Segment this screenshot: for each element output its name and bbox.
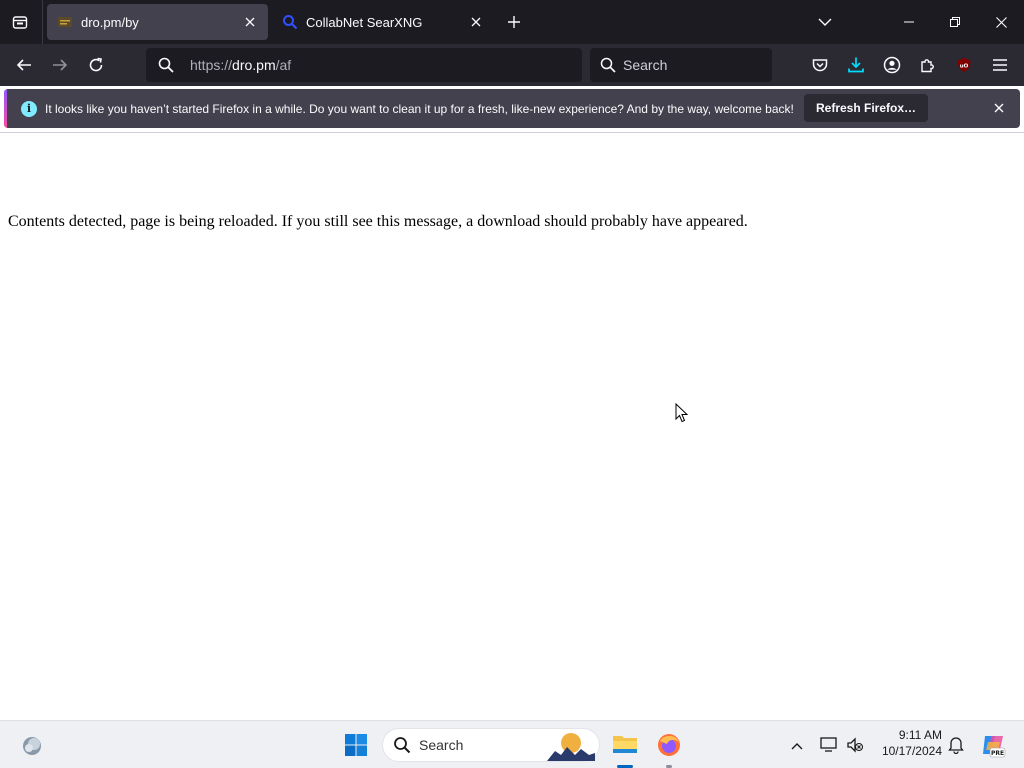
ublock-origin-button[interactable]: uO bbox=[950, 51, 978, 79]
show-hidden-icons-button[interactable] bbox=[786, 735, 808, 757]
notification-message: It looks like you haven’t started Firefo… bbox=[45, 101, 794, 116]
copilot-icon: PRE bbox=[983, 736, 1006, 758]
minimize-button[interactable] bbox=[886, 0, 932, 44]
close-tab-icon[interactable] bbox=[464, 10, 488, 34]
forward-button[interactable] bbox=[46, 51, 74, 79]
downloads-button[interactable] bbox=[842, 51, 870, 79]
searxng-favicon-icon bbox=[282, 14, 298, 30]
account-icon bbox=[883, 56, 901, 74]
search-icon bbox=[600, 57, 616, 73]
volume-muted-icon bbox=[847, 737, 864, 753]
account-button[interactable] bbox=[878, 51, 906, 79]
download-icon bbox=[848, 57, 864, 73]
copilot-button[interactable]: PRE bbox=[978, 730, 1008, 760]
close-icon bbox=[995, 16, 1007, 28]
back-button[interactable] bbox=[10, 51, 38, 79]
taskbar-search-placeholder: Search bbox=[419, 737, 464, 753]
close-window-button[interactable] bbox=[978, 0, 1024, 44]
copilot-badge: PRE bbox=[991, 750, 1004, 757]
arrow-left-icon bbox=[16, 59, 31, 71]
mouse-cursor-icon bbox=[675, 402, 689, 428]
tab-title: CollabNet SearXNG bbox=[306, 14, 423, 30]
plus-icon bbox=[508, 16, 520, 28]
widgets-button[interactable] bbox=[18, 732, 46, 760]
page-message: Contents detected, page is being reloade… bbox=[8, 213, 748, 230]
search-highlight-icon bbox=[547, 733, 595, 761]
notifications-button[interactable] bbox=[945, 734, 967, 756]
taskbar-search-box[interactable]: Search bbox=[382, 728, 600, 762]
close-icon bbox=[994, 103, 1004, 113]
search-bar[interactable]: Search bbox=[590, 48, 772, 82]
restore-icon bbox=[950, 17, 960, 27]
file-explorer-button[interactable] bbox=[610, 729, 640, 759]
puzzle-icon bbox=[921, 59, 934, 73]
arrow-right-icon bbox=[53, 59, 68, 71]
url-bar[interactable]: https://dro.pm/af bbox=[146, 48, 582, 82]
notification-accent bbox=[4, 89, 7, 128]
firefox-taskbar-button[interactable] bbox=[654, 730, 684, 760]
search-placeholder: Search bbox=[623, 57, 668, 73]
close-notification-button[interactable] bbox=[988, 97, 1010, 119]
extensions-button[interactable] bbox=[914, 51, 942, 79]
chevron-down-icon bbox=[818, 18, 832, 26]
clock-time: 9:11 AM bbox=[898, 728, 942, 742]
chevron-up-icon bbox=[791, 743, 803, 750]
network-icon bbox=[820, 737, 837, 752]
firefox-view-icon bbox=[12, 16, 28, 29]
navigation-toolbar: https://dro.pm/af Search uO bbox=[0, 44, 1024, 86]
firefox-view-button[interactable] bbox=[8, 10, 32, 34]
hamburger-menu-icon bbox=[993, 59, 1007, 71]
pocket-button[interactable] bbox=[806, 51, 834, 79]
url-text: https://dro.pm/af bbox=[190, 57, 292, 73]
windows-taskbar: Search 9:11 AM 10/17/2024 PRE bbox=[0, 720, 1024, 768]
folder-icon bbox=[613, 736, 637, 753]
info-icon: i bbox=[21, 100, 37, 117]
bell-icon bbox=[948, 737, 964, 754]
svg-text:uO: uO bbox=[960, 64, 969, 70]
search-icon bbox=[394, 737, 411, 754]
minimize-icon bbox=[904, 21, 914, 23]
system-clock[interactable]: 9:11 AM 10/17/2024 bbox=[872, 727, 942, 759]
tab-collabnet-searxng[interactable]: CollabNet SearXNG bbox=[272, 4, 494, 40]
site-favicon-icon bbox=[57, 14, 73, 30]
network-status-button[interactable] bbox=[818, 734, 840, 756]
tab-strip: dro.pm/by CollabNet SearXNG bbox=[0, 0, 1024, 44]
tab-dro-pm[interactable]: dro.pm/by bbox=[47, 4, 268, 40]
weather-widget-icon bbox=[23, 737, 41, 755]
firefox-icon bbox=[658, 734, 680, 756]
refresh-firefox-button[interactable]: Refresh Firefox… bbox=[804, 94, 929, 122]
windows-logo-icon bbox=[345, 734, 367, 756]
list-all-tabs-button[interactable] bbox=[812, 10, 838, 34]
page-content: Contents detected, page is being reloade… bbox=[0, 133, 1024, 720]
refresh-firefox-notification: i It looks like you haven’t started Fire… bbox=[4, 89, 1020, 128]
volume-button[interactable] bbox=[844, 734, 866, 756]
tab-title: dro.pm/by bbox=[81, 14, 139, 30]
search-icon bbox=[158, 57, 176, 73]
pocket-icon bbox=[812, 59, 828, 72]
reload-button[interactable] bbox=[82, 51, 110, 79]
close-tab-icon[interactable] bbox=[238, 10, 262, 34]
start-button[interactable] bbox=[342, 731, 370, 759]
tab-separator bbox=[42, 0, 43, 44]
restore-button[interactable] bbox=[932, 0, 978, 44]
new-tab-button[interactable] bbox=[502, 10, 526, 34]
app-menu-button[interactable] bbox=[986, 51, 1014, 79]
reload-icon bbox=[89, 57, 103, 72]
clock-date: 10/17/2024 bbox=[881, 744, 942, 758]
ublock-shield-icon: uO bbox=[957, 58, 971, 72]
